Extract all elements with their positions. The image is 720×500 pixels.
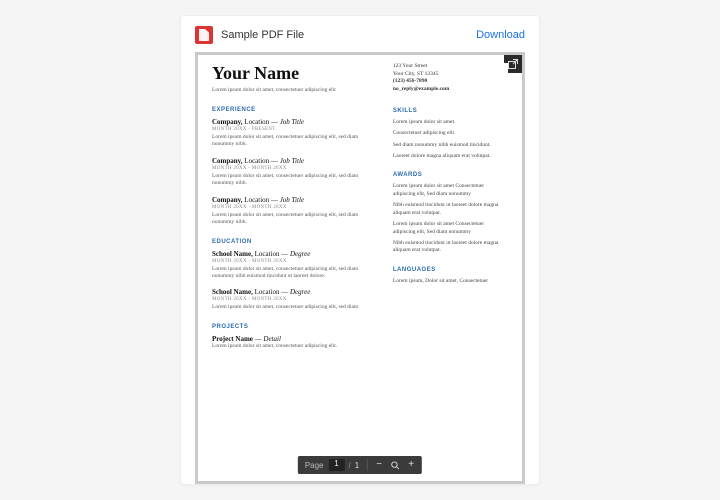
section-title-projects: PROJECTS bbox=[212, 324, 379, 330]
card-header: Sample PDF File Download bbox=[181, 16, 539, 52]
popout-icon bbox=[508, 59, 518, 69]
file-title: Sample PDF File bbox=[221, 29, 476, 41]
skill-line: Lorem ipsum dolor sit amet. bbox=[393, 119, 508, 126]
entry-dates: MONTH 20XX - PRESENT bbox=[212, 127, 379, 132]
entry-heading: Company, Location — Job Title bbox=[212, 157, 379, 165]
section-title-awards: AWARDS bbox=[393, 172, 508, 178]
skill-line: Sed diam nonummy nibh euismod tincidunt. bbox=[393, 142, 508, 149]
zoom-out-button[interactable]: − bbox=[372, 458, 386, 472]
entry-dates: MONTH 20XX - MONTH 20XX bbox=[212, 259, 379, 264]
section-title-education: EDUCATION bbox=[212, 239, 379, 245]
entry-heading: Project Name — Detail bbox=[212, 335, 379, 343]
total-pages: 1 bbox=[355, 461, 363, 470]
award-line: Nibh euismod tincidunt ut laoreet dolore… bbox=[393, 240, 508, 255]
entry-body: Lorem ipsum dolor sit amet, consectetuer… bbox=[212, 212, 379, 227]
document-page: Your Name Lorem ipsum dolor sit amet, co… bbox=[212, 63, 508, 481]
pdf-toolbar: Page 1 / 1 − + bbox=[298, 456, 422, 474]
entry-heading: School Name, Location — Degree bbox=[212, 288, 379, 296]
experience-entry: Company, Location — Job Title MONTH 20XX… bbox=[212, 118, 379, 149]
section-title-languages: LANGUAGES bbox=[393, 267, 508, 273]
entry-heading: Company, Location — Job Title bbox=[212, 118, 379, 126]
award-line: Lorem ipsum dolor sit amet Consectetuer … bbox=[393, 183, 508, 198]
magnifier-icon bbox=[391, 461, 400, 470]
entry-body: Lorem ipsum dolor sit amet, consectetuer… bbox=[212, 134, 379, 149]
contact-phone: (123) 456-7890 bbox=[393, 78, 508, 86]
entry-body: Lorem ipsum dolor sit amet, consectetuer… bbox=[212, 266, 379, 281]
pdf-icon bbox=[195, 26, 213, 44]
entry-body: Lorem ipsum dolor sit amet, consectetuer… bbox=[212, 343, 379, 350]
contact-block: 123 Your Street Your City, ST 12345 (123… bbox=[393, 63, 508, 94]
entry-heading: Company, Location — Job Title bbox=[212, 196, 379, 204]
education-entry: School Name, Location — Degree MONTH 20X… bbox=[212, 288, 379, 311]
zoom-button[interactable] bbox=[388, 458, 402, 472]
education-entry: School Name, Location — Degree MONTH 20X… bbox=[212, 250, 379, 281]
current-page-input[interactable]: 1 bbox=[329, 459, 345, 471]
main-column: Your Name Lorem ipsum dolor sit amet, co… bbox=[212, 63, 379, 481]
pdf-viewer-frame: Your Name Lorem ipsum dolor sit amet, co… bbox=[195, 52, 525, 484]
entry-dates: MONTH 20XX - MONTH 20XX bbox=[212, 297, 379, 302]
entry-dates: MONTH 20XX - MONTH 20XX bbox=[212, 166, 379, 171]
languages-line: Lorem ipsum, Dolor sit amet, Consectetue… bbox=[393, 278, 508, 285]
awards-section: AWARDS Lorem ipsum dolor sit amet Consec… bbox=[393, 172, 508, 254]
entry-body: Lorem ipsum dolor sit amet, consectetuer… bbox=[212, 304, 379, 311]
entry-dates: MONTH 20XX - MONTH 20XX bbox=[212, 205, 379, 210]
entry-body: Lorem ipsum dolor sit amet, consectetuer… bbox=[212, 173, 379, 188]
project-entry: Project Name — Detail Lorem ipsum dolor … bbox=[212, 335, 379, 350]
award-line: Nibh euismod tincidunt ut laoreet dolore… bbox=[393, 202, 508, 217]
experience-entry: Company, Location — Job Title MONTH 20XX… bbox=[212, 196, 379, 227]
projects-section: PROJECTS Project Name — Detail Lorem ips… bbox=[212, 324, 379, 350]
side-column: 123 Your Street Your City, ST 12345 (123… bbox=[393, 63, 508, 481]
toolbar-divider bbox=[367, 459, 368, 471]
pdf-preview-card: Sample PDF File Download Your Name Lorem… bbox=[180, 15, 540, 485]
languages-section: LANGUAGES Lorem ipsum, Dolor sit amet, C… bbox=[393, 267, 508, 285]
section-title-skills: SKILLS bbox=[393, 108, 508, 114]
section-title-experience: EXPERIENCE bbox=[212, 107, 379, 113]
page-separator: / bbox=[347, 461, 353, 470]
experience-entry: Company, Location — Job Title MONTH 20XX… bbox=[212, 157, 379, 188]
education-section: EDUCATION School Name, Location — Degree… bbox=[212, 239, 379, 312]
skill-line: Laoreet dolore magna aliquam erat volutp… bbox=[393, 153, 508, 160]
experience-section: EXPERIENCE Company, Location — Job Title… bbox=[212, 107, 379, 227]
award-line: Lorem ipsum dolor sit amet Consectetuer … bbox=[393, 221, 508, 236]
entry-heading: School Name, Location — Degree bbox=[212, 250, 379, 258]
resume-tagline: Lorem ipsum dolor sit amet, consectetuer… bbox=[212, 87, 379, 93]
skill-line: Consectetuer adipiscing elit. bbox=[393, 130, 508, 137]
zoom-in-button[interactable]: + bbox=[404, 458, 418, 472]
download-link[interactable]: Download bbox=[476, 29, 525, 41]
contact-email: no_reply@example.com bbox=[393, 86, 508, 94]
resume-name: Your Name bbox=[212, 63, 379, 84]
skills-section: SKILLS Lorem ipsum dolor sit amet. Conse… bbox=[393, 108, 508, 161]
contact-street: 123 Your Street bbox=[393, 63, 508, 71]
page-label: Page bbox=[302, 461, 327, 470]
